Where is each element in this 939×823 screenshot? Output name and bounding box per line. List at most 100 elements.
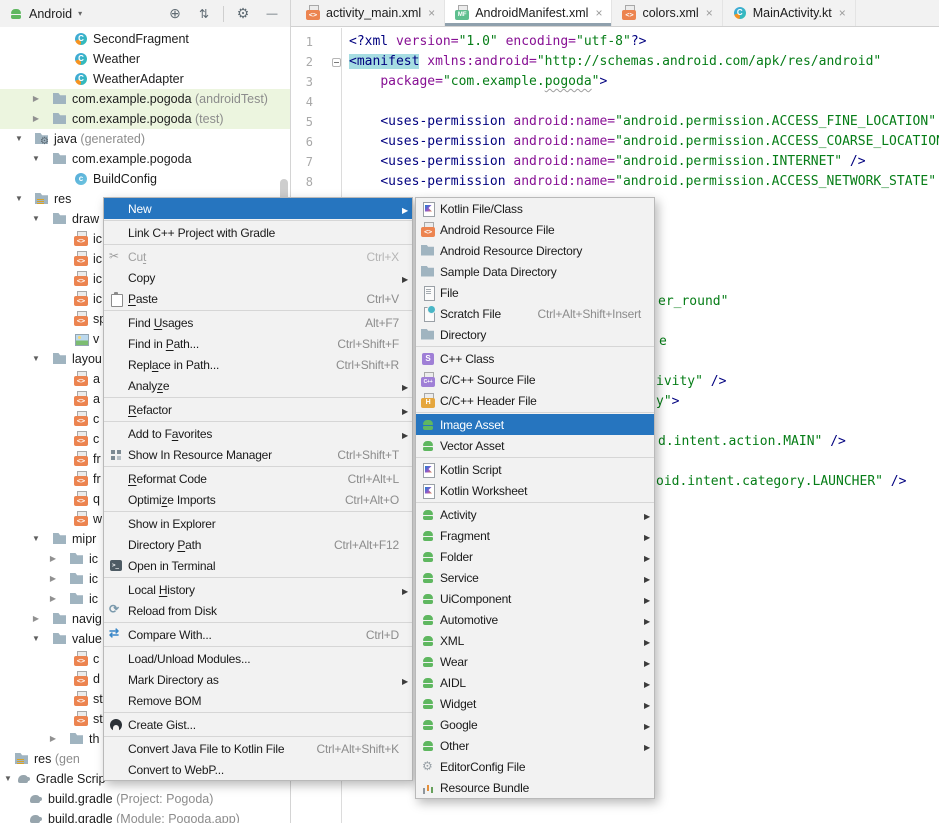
menu-item-refactor[interactable]: Refactor xyxy=(104,399,412,420)
menu-item-analyze[interactable]: Analyze xyxy=(104,375,412,396)
menu-item-reformat-code[interactable]: Reformat CodeCtrl+Alt+L xyxy=(104,468,412,489)
menu-item-compare-with[interactable]: Compare With...Ctrl+D xyxy=(104,624,412,645)
tab-mainactivity-kt[interactable]: MainActivity.kt× xyxy=(723,0,856,26)
menu-item-fragment[interactable]: Fragment xyxy=(416,525,654,546)
menu-item-link-c-project-with-gradle[interactable]: Link C++ Project with Gradle xyxy=(104,222,412,243)
settings-gear-icon[interactable] xyxy=(231,4,255,24)
android-icon xyxy=(420,570,440,586)
xml-file-icon xyxy=(73,391,89,407)
menu-item-uicomponent[interactable]: UiComponent xyxy=(416,588,654,609)
tree-row-com-example-pogoda[interactable]: ▼com.example.pogoda xyxy=(0,149,290,169)
chevron-collapsed-icon[interactable]: ▶ xyxy=(47,549,59,569)
tab-activity-main-xml[interactable]: activity_main.xml× xyxy=(296,0,445,26)
close-icon[interactable]: × xyxy=(706,6,713,20)
menu-item-kotlin-file-class[interactable]: Kotlin File/Class xyxy=(416,198,654,219)
menu-item-c-c-source-file[interactable]: C/C++ Source File xyxy=(416,369,654,390)
chevron-expanded-icon[interactable]: ▼ xyxy=(13,129,25,149)
menu-item-activity[interactable]: Activity xyxy=(416,504,654,525)
menu-item-find-usages[interactable]: Find UsagesAlt+F7 xyxy=(104,312,412,333)
menu-separator xyxy=(416,502,654,503)
chevron-collapsed-icon[interactable]: ▶ xyxy=(30,109,42,129)
menu-item-google[interactable]: Google xyxy=(416,714,654,735)
menu-item-create-gist[interactable]: Create Gist... xyxy=(104,714,412,735)
chevron-collapsed-icon[interactable]: ▶ xyxy=(30,89,42,109)
menu-item-service[interactable]: Service xyxy=(416,567,654,588)
menu-item-c-c-header-file[interactable]: C/C++ Header File xyxy=(416,390,654,411)
menu-item-copy[interactable]: Copy xyxy=(104,267,412,288)
menu-item-show-in-resource-manager[interactable]: Show In Resource ManagerCtrl+Shift+T xyxy=(104,444,412,465)
menu-item-automotive[interactable]: Automotive xyxy=(416,609,654,630)
close-icon[interactable]: × xyxy=(428,6,435,20)
menu-item-folder[interactable]: Folder xyxy=(416,546,654,567)
android-icon xyxy=(420,633,440,649)
chevron-expanded-icon[interactable]: ▼ xyxy=(30,629,42,649)
hide-panel-icon[interactable] xyxy=(260,4,284,24)
tab-colors-xml[interactable]: colors.xml× xyxy=(612,0,722,26)
chevron-expanded-icon[interactable]: ▼ xyxy=(13,189,25,209)
menu-item-open-in-terminal[interactable]: Open in Terminal xyxy=(104,555,412,576)
menu-item-add-to-favorites[interactable]: Add to Favorites xyxy=(104,423,412,444)
menu-item-sample-data-directory[interactable]: Sample Data Directory xyxy=(416,261,654,282)
chevron-collapsed-icon[interactable]: ▶ xyxy=(47,569,59,589)
menu-item-cut[interactable]: CutCtrl+X xyxy=(104,246,412,267)
collapse-all-icon[interactable] xyxy=(192,4,216,24)
close-icon[interactable]: × xyxy=(595,6,602,20)
menu-item-kotlin-worksheet[interactable]: Kotlin Worksheet xyxy=(416,480,654,501)
menu-item-mark-directory-as[interactable]: Mark Directory as xyxy=(104,669,412,690)
menu-item-aidl[interactable]: AIDL xyxy=(416,672,654,693)
menu-item-widget[interactable]: Widget xyxy=(416,693,654,714)
menu-item-wear[interactable]: Wear xyxy=(416,651,654,672)
menu-item-other[interactable]: Other xyxy=(416,735,654,756)
menu-item-editorconfig-file[interactable]: EditorConfig File xyxy=(416,756,654,777)
submenu-arrow-icon xyxy=(399,403,408,417)
menu-item-load-unload-modules[interactable]: Load/Unload Modules... xyxy=(104,648,412,669)
tree-row-secondfragment[interactable]: SecondFragment xyxy=(0,29,290,49)
project-view-selector[interactable]: Android xyxy=(29,7,72,21)
close-icon[interactable]: × xyxy=(839,6,846,20)
menu-item-scratch-file[interactable]: Scratch FileCtrl+Alt+Shift+Insert xyxy=(416,303,654,324)
menu-item-android-resource-directory[interactable]: Android Resource Directory xyxy=(416,240,654,261)
menu-item-file[interactable]: File xyxy=(416,282,654,303)
locate-file-icon[interactable] xyxy=(163,4,187,24)
tree-row-weatheradapter[interactable]: WeatherAdapter xyxy=(0,69,290,89)
menu-item-reload-from-disk[interactable]: Reload from Disk xyxy=(104,600,412,621)
chevron-collapsed-icon[interactable]: ▶ xyxy=(30,609,42,629)
menu-item-find-in-path[interactable]: Find in Path...Ctrl+Shift+F xyxy=(104,333,412,354)
menu-item-local-history[interactable]: Local History xyxy=(104,579,412,600)
menu-item-image-asset[interactable]: Image Asset xyxy=(416,414,654,435)
chevron-expanded-icon[interactable]: ▼ xyxy=(30,149,42,169)
xml-file-icon xyxy=(73,251,89,267)
chevron-collapsed-icon[interactable]: ▶ xyxy=(47,729,59,749)
menu-item-c-class[interactable]: C++ Class xyxy=(416,348,654,369)
tree-row-java[interactable]: ▼java (generated) xyxy=(0,129,290,149)
menu-item-new[interactable]: New xyxy=(104,198,412,219)
chevron-expanded-icon[interactable]: ▼ xyxy=(2,769,14,789)
chevron-expanded-icon[interactable]: ▼ xyxy=(30,529,42,549)
chevron-expanded-icon[interactable]: ▼ xyxy=(30,349,42,369)
tree-row-weather[interactable]: Weather xyxy=(0,49,290,69)
chevron-down-icon[interactable]: ▾ xyxy=(78,9,82,18)
tree-row-com-example-pogoda[interactable]: ▶com.example.pogoda (androidTest) xyxy=(0,89,290,109)
menu-item-xml[interactable]: XML xyxy=(416,630,654,651)
menu-item-replace-in-path[interactable]: Replace in Path...Ctrl+Shift+R xyxy=(104,354,412,375)
menu-item-resource-bundle[interactable]: Resource Bundle xyxy=(416,777,654,798)
tree-row-build-gradle[interactable]: build.gradle (Module: Pogoda.app) xyxy=(0,809,290,823)
menu-item-kotlin-script[interactable]: Kotlin Script xyxy=(416,459,654,480)
chevron-collapsed-icon[interactable]: ▶ xyxy=(47,589,59,609)
menu-item-show-in-explorer[interactable]: Show in Explorer xyxy=(104,513,412,534)
menu-item-optimize-imports[interactable]: Optimize ImportsCtrl+Alt+O xyxy=(104,489,412,510)
chevron-expanded-icon[interactable]: ▼ xyxy=(30,209,42,229)
tree-row-com-example-pogoda[interactable]: ▶com.example.pogoda (test) xyxy=(0,109,290,129)
menu-item-convert-java-file-to-kotlin-file[interactable]: Convert Java File to Kotlin FileCtrl+Alt… xyxy=(104,738,412,759)
menu-item-paste[interactable]: PasteCtrl+V xyxy=(104,288,412,309)
menu-item-directory[interactable]: Directory xyxy=(416,324,654,345)
menu-item-convert-to-webp[interactable]: Convert to WebP... xyxy=(104,759,412,780)
menu-item-android-resource-file[interactable]: Android Resource File xyxy=(416,219,654,240)
menu-item-directory-path[interactable]: Directory PathCtrl+Alt+F12 xyxy=(104,534,412,555)
menu-item-vector-asset[interactable]: Vector Asset xyxy=(416,435,654,456)
tree-row-build-gradle[interactable]: build.gradle (Project: Pogoda) xyxy=(0,789,290,809)
fold-marker-icon[interactable] xyxy=(332,58,341,67)
tab-androidmanifest-xml[interactable]: AndroidManifest.xml× xyxy=(445,0,612,26)
tree-row-buildconfig[interactable]: BuildConfig xyxy=(0,169,290,189)
menu-item-remove-bom[interactable]: Remove BOM xyxy=(104,690,412,711)
